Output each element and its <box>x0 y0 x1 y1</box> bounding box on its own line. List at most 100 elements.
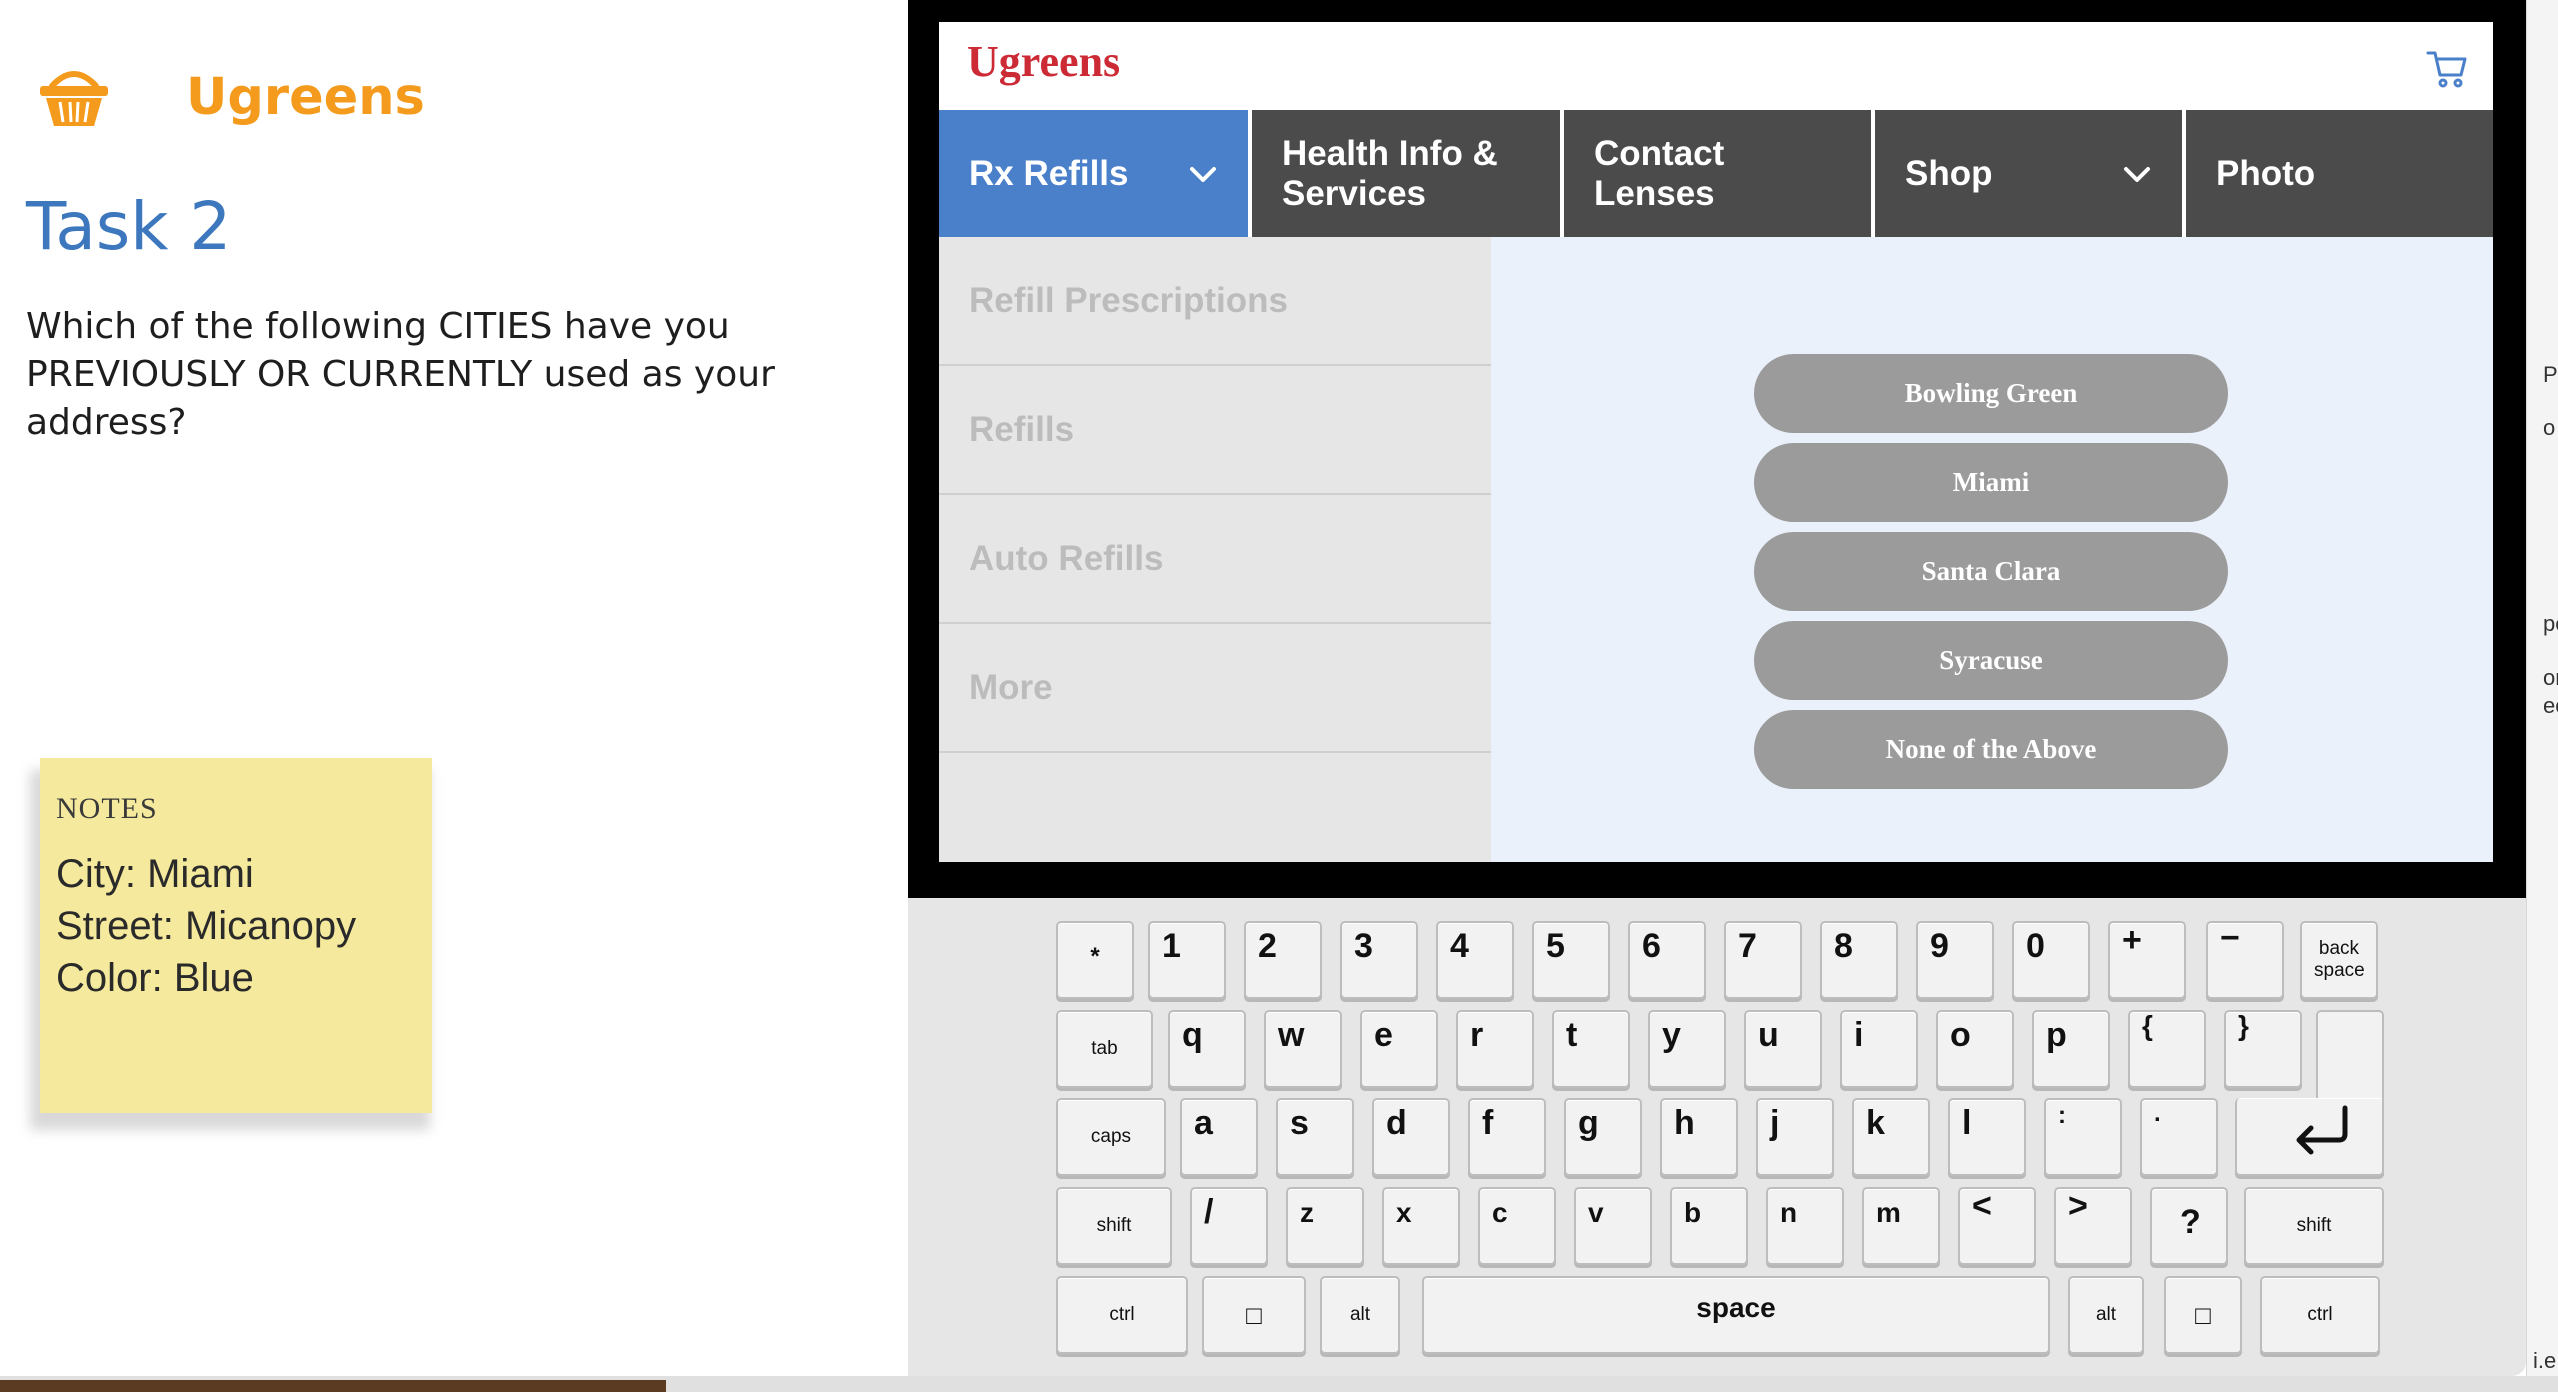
task-question: Which of the following CITIES have you P… <box>26 306 775 443</box>
submenu-item[interactable]: Auto Refills <box>939 495 1491 624</box>
option-button[interactable]: Bowling Green <box>1754 354 2228 433</box>
key-a[interactable]: a <box>1180 1098 1258 1176</box>
note-heading: NOTES <box>56 792 158 825</box>
key-i[interactable]: i <box>1840 1010 1918 1088</box>
key-enter[interactable] <box>2235 1098 2384 1176</box>
option-button[interactable]: Syracuse <box>1754 621 2228 700</box>
nav-contact-lenses[interactable]: Contact Lenses <box>1564 110 1875 237</box>
key-u[interactable]: u <box>1744 1010 1822 1088</box>
sticky-note: NOTES City: Miami Street: Micanopy Color… <box>40 758 432 1113</box>
key-7[interactable]: 7 <box>1724 921 1802 999</box>
kiosk-screen: Ugreens Rx Refills Health Info & Service… <box>939 22 2493 862</box>
key-m[interactable]: m <box>1862 1187 1940 1265</box>
key-plus[interactable]: + <box>2108 921 2186 999</box>
key-l[interactable]: l <box>1948 1098 2026 1176</box>
key-shift-right[interactable]: shift <box>2244 1187 2384 1265</box>
key-v[interactable]: v <box>1574 1187 1652 1265</box>
main-nav: Rx Refills Health Info & Services Contac… <box>939 110 2493 237</box>
key-b[interactable]: b <box>1670 1187 1748 1265</box>
edge-text: pe <box>2543 611 2558 636</box>
cart-icon[interactable] <box>2425 46 2469 90</box>
nav-photo[interactable]: Photo <box>2186 110 2493 237</box>
key-backspace[interactable]: back space <box>2300 921 2378 999</box>
key-r[interactable]: r <box>1456 1010 1534 1088</box>
key-z[interactable]: z <box>1286 1187 1364 1265</box>
key-os-right[interactable]: □ <box>2164 1276 2242 1354</box>
key-question[interactable]: ? <box>2150 1187 2228 1265</box>
edge-text: ec <box>2543 693 2558 718</box>
key-y[interactable]: y <box>1648 1010 1726 1088</box>
key-0[interactable]: 0 <box>2012 921 2090 999</box>
key-c[interactable]: c <box>1478 1187 1556 1265</box>
key-k[interactable]: k <box>1852 1098 1930 1176</box>
key-shift-left[interactable]: shift <box>1056 1187 1172 1265</box>
key-f[interactable]: f <box>1468 1098 1546 1176</box>
option-button[interactable]: Santa Clara <box>1754 532 2228 611</box>
key-h[interactable]: h <box>1660 1098 1738 1176</box>
key-space[interactable]: space <box>1422 1276 2050 1354</box>
option-button[interactable]: None of the Above <box>1754 710 2228 789</box>
key-3[interactable]: 3 <box>1340 921 1418 999</box>
key-2[interactable]: 2 <box>1244 921 1322 999</box>
nav-shop[interactable]: Shop <box>1875 110 2186 237</box>
nav-label: Photo <box>2216 153 2316 193</box>
key-t[interactable]: t <box>1552 1010 1630 1088</box>
key-tab[interactable]: tab <box>1056 1010 1153 1088</box>
key-j[interactable]: j <box>1756 1098 1834 1176</box>
nav-health-info[interactable]: Health Info & Services <box>1252 110 1564 237</box>
submenu-item[interactable]: More <box>939 624 1491 753</box>
key-alt-left[interactable]: alt <box>1320 1276 1400 1354</box>
key-ctrl-left[interactable]: ctrl <box>1056 1276 1188 1354</box>
key-asterisk[interactable]: * <box>1056 921 1134 999</box>
key-6[interactable]: 6 <box>1628 921 1706 999</box>
submenu-item[interactable]: Refills <box>939 366 1491 495</box>
key-period[interactable]: . <box>2140 1098 2218 1176</box>
basket-icon <box>40 71 108 126</box>
key-e[interactable]: e <box>1360 1010 1438 1088</box>
key-o[interactable]: o <box>1936 1010 2014 1088</box>
nav-rx-refills[interactable]: Rx Refills <box>939 110 1252 237</box>
adjacent-window-edge: P o pe or ec i.e <box>2526 0 2558 1392</box>
key-s[interactable]: s <box>1276 1098 1354 1176</box>
key-d[interactable]: d <box>1372 1098 1450 1176</box>
kiosk-header: Ugreens <box>939 22 2493 110</box>
key-right-brace[interactable]: } <box>2224 1010 2302 1088</box>
key-1[interactable]: 1 <box>1148 921 1226 999</box>
key-os-left[interactable]: □ <box>1202 1276 1306 1354</box>
key-q[interactable]: q <box>1168 1010 1246 1088</box>
kiosk: Ugreens Rx Refills Health Info & Service… <box>908 0 2526 1376</box>
key-5[interactable]: 5 <box>1532 921 1610 999</box>
edge-text: or <box>2543 665 2558 690</box>
note-line: Color: Blue <box>56 956 254 1000</box>
note-line: Street: Micanopy <box>56 904 357 948</box>
nav-label: Health Info & Services <box>1282 133 1498 213</box>
bottom-strip-dark <box>0 1380 666 1392</box>
key-less-than[interactable]: < <box>1958 1187 2036 1265</box>
key-greater-than[interactable]: > <box>2054 1187 2132 1265</box>
brand: Ugreens <box>38 62 425 132</box>
brand-name: Ugreens <box>186 68 425 127</box>
edge-text: P <box>2543 362 2558 387</box>
key-colon[interactable]: : <box>2044 1098 2122 1176</box>
rx-submenu: Refill Prescriptions Refills Auto Refill… <box>939 237 1491 862</box>
submenu-item[interactable]: Refill Prescriptions <box>939 237 1491 366</box>
key-ctrl-right[interactable]: ctrl <box>2260 1276 2380 1354</box>
key-4[interactable]: 4 <box>1436 921 1514 999</box>
key-p[interactable]: p <box>2032 1010 2110 1088</box>
key-slash[interactable]: / <box>1190 1187 1268 1265</box>
kiosk-logo: Ugreens <box>967 37 1121 86</box>
task-title: Task 2 <box>26 188 232 265</box>
answer-area: Bowling Green Miami Santa Clara Syracuse… <box>1491 237 2493 862</box>
key-8[interactable]: 8 <box>1820 921 1898 999</box>
key-n[interactable]: n <box>1766 1187 1844 1265</box>
key-alt-right[interactable]: alt <box>2068 1276 2144 1354</box>
option-button[interactable]: Miami <box>1754 443 2228 522</box>
key-w[interactable]: w <box>1264 1010 1342 1088</box>
key-9[interactable]: 9 <box>1916 921 1994 999</box>
key-x[interactable]: x <box>1382 1187 1460 1265</box>
key-g[interactable]: g <box>1564 1098 1642 1176</box>
key-minus[interactable]: − <box>2206 919 2284 999</box>
key-left-brace[interactable]: { <box>2128 1010 2206 1088</box>
nav-label: Contact Lenses <box>1594 133 1725 213</box>
key-caps[interactable]: caps <box>1056 1098 1166 1176</box>
